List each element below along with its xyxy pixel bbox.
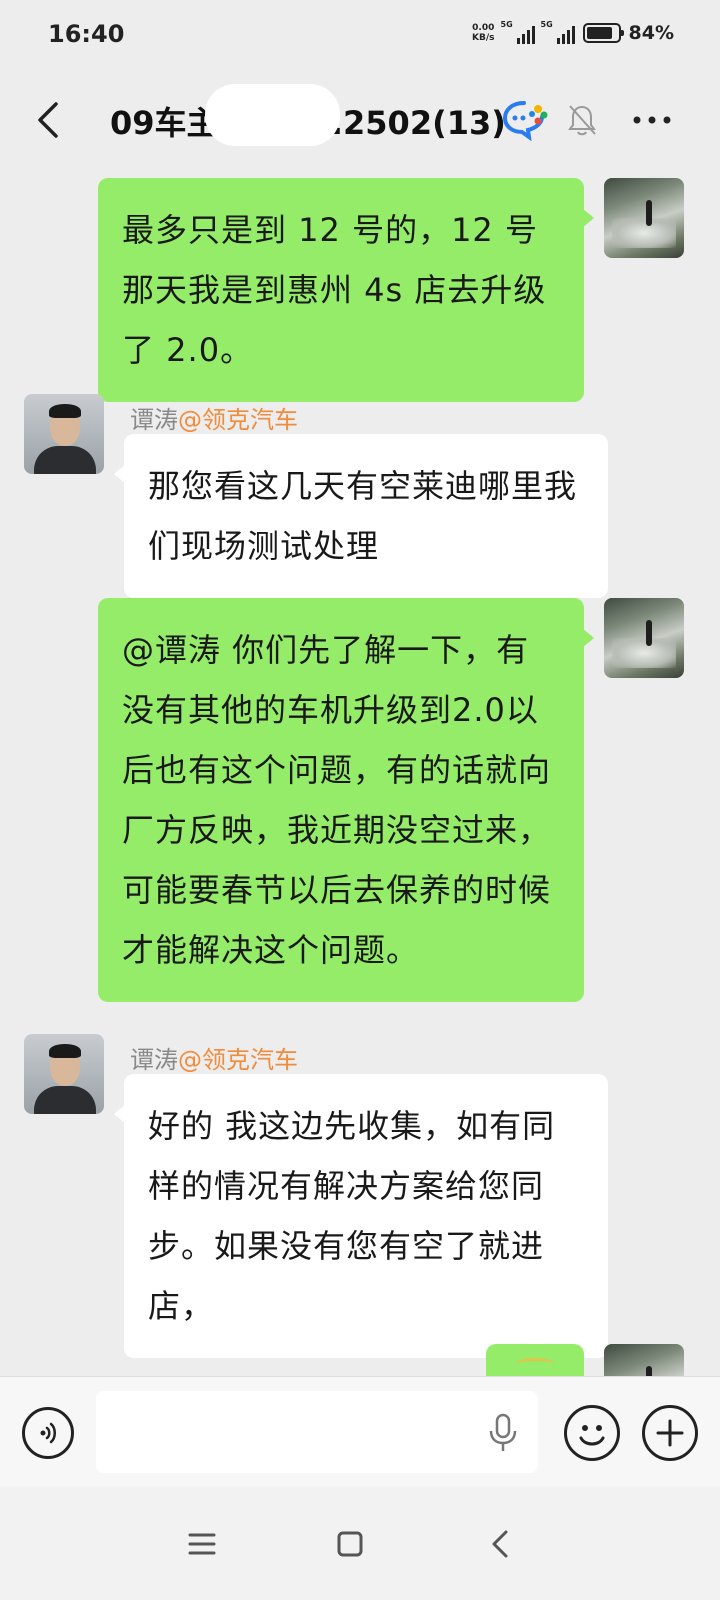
net-speed-value: 0.00 bbox=[472, 23, 495, 33]
battery-icon bbox=[582, 23, 624, 43]
menu-icon bbox=[188, 1533, 216, 1555]
message-bubble[interactable]: 那您看这几天有空莱迪哪里我们现场测试处理 bbox=[114, 434, 608, 598]
signal-1-label: 5G bbox=[500, 20, 513, 29]
my-avatar[interactable] bbox=[604, 598, 684, 678]
status-bar: 16:40 0.00 KB/s 5G 5G 84% bbox=[0, 0, 720, 72]
voice-icon bbox=[40, 1422, 56, 1444]
chat-title-prefix: 09车主 bbox=[110, 104, 219, 142]
status-indicators: 0.00 KB/s 5G 5G 84% bbox=[472, 20, 674, 44]
redaction-mask bbox=[205, 84, 340, 146]
sender-label: 谭涛@领克汽车 bbox=[130, 400, 298, 435]
nav-back-button[interactable] bbox=[480, 1524, 520, 1564]
signal-icon: 5G bbox=[540, 20, 575, 44]
system-nav-bar bbox=[0, 1486, 720, 1600]
input-bar bbox=[0, 1376, 720, 1486]
mute-bell-icon bbox=[568, 105, 596, 136]
back-arrow-icon bbox=[38, 102, 58, 138]
voice-toggle-button[interactable] bbox=[22, 1407, 74, 1459]
sender-org: @领克汽车 bbox=[178, 406, 298, 434]
signal-2-label: 5G bbox=[540, 20, 553, 29]
nav-back-icon bbox=[492, 1530, 508, 1558]
message-bubble[interactable] bbox=[486, 1344, 594, 1376]
sender-label: 谭涛@领克汽车 bbox=[130, 1040, 298, 1075]
message-input[interactable] bbox=[96, 1391, 538, 1473]
plus-icon bbox=[656, 1419, 684, 1447]
status-time: 16:40 bbox=[48, 20, 125, 48]
home-square-icon bbox=[337, 1531, 363, 1557]
message-text: @谭涛 你们先了解一下，有没有其他的车机升级到2.0以后也有这个问题，有的话就向… bbox=[122, 631, 552, 969]
sender-name: 谭涛 bbox=[130, 1046, 178, 1074]
message-bubble[interactable]: @谭涛 你们先了解一下，有没有其他的车机升级到2.0以后也有这个问题，有的话就向… bbox=[98, 598, 594, 1002]
my-avatar[interactable] bbox=[604, 1344, 684, 1376]
my-avatar[interactable] bbox=[604, 178, 684, 258]
message-text: 那您看这几天有空莱迪哪里我们现场测试处理 bbox=[148, 467, 578, 565]
battery-fill bbox=[586, 27, 612, 39]
emoji-icon bbox=[579, 1425, 605, 1446]
home-button[interactable] bbox=[330, 1524, 370, 1564]
emoji-button[interactable] bbox=[564, 1405, 620, 1461]
message-text: 好的 我这边先收集，如有同样的情况有解决方案给您同步。如果没有您有空了就进店， bbox=[148, 1107, 556, 1325]
sender-org: @领克汽车 bbox=[178, 1046, 298, 1074]
sender-name: 谭涛 bbox=[130, 406, 178, 434]
plus-button[interactable] bbox=[642, 1405, 698, 1461]
message-text: 最多只是到 12 号的，12 号那天我是到惠州 4s 店去升级了 2.0。 bbox=[122, 211, 547, 369]
message-bubble[interactable]: 好的 我这边先收集，如有同样的情况有解决方案给您同步。如果没有您有空了就进店， bbox=[114, 1074, 608, 1358]
more-dots-icon bbox=[633, 116, 671, 124]
wecom-chat-icon[interactable] bbox=[502, 99, 548, 141]
more-button[interactable] bbox=[630, 102, 674, 138]
menu-button[interactable] bbox=[182, 1524, 222, 1564]
message-list[interactable]: 最多只是到 12 号的，12 号那天我是到惠州 4s 店去升级了 2.0。 谭涛… bbox=[0, 168, 720, 1376]
sender-avatar[interactable] bbox=[24, 394, 104, 474]
network-speed: 0.00 KB/s bbox=[472, 23, 494, 43]
chat-header: 09车主 ...2502(13) bbox=[0, 72, 720, 168]
battery-percent: 84% bbox=[628, 22, 674, 44]
signal-icon: 5G bbox=[500, 20, 535, 44]
sender-avatar[interactable] bbox=[24, 1034, 104, 1114]
net-speed-unit: KB/s bbox=[472, 33, 495, 43]
microphone-icon[interactable] bbox=[488, 1413, 518, 1453]
message-bubble[interactable]: 最多只是到 12 号的，12 号那天我是到惠州 4s 店去升级了 2.0。 bbox=[98, 178, 594, 402]
back-button[interactable] bbox=[24, 96, 72, 144]
sticker-glyph bbox=[516, 1358, 554, 1370]
